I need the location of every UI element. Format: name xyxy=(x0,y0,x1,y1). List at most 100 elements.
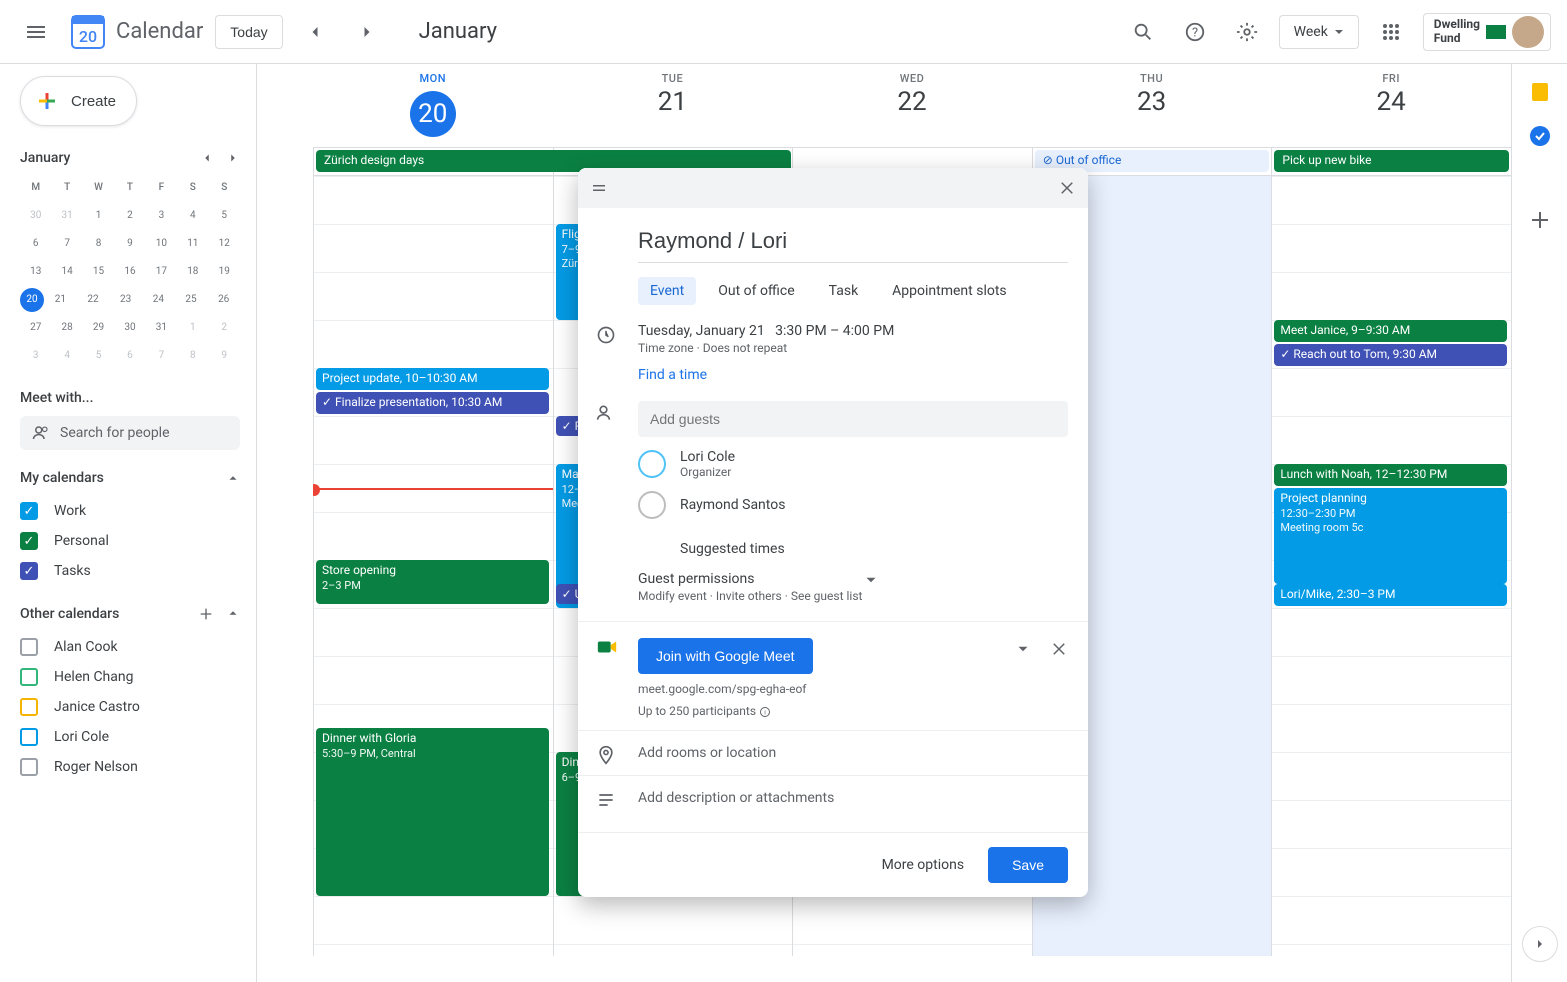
checkbox-icon[interactable] xyxy=(20,758,38,776)
event-type-tab[interactable]: Event xyxy=(638,277,696,305)
main-menu-icon[interactable] xyxy=(16,12,56,52)
mini-date[interactable]: 31 xyxy=(51,202,82,230)
mini-next-icon[interactable] xyxy=(226,151,240,165)
calendar-item[interactable]: ✓Personal xyxy=(20,526,240,556)
mini-date[interactable]: 5 xyxy=(83,342,114,370)
prev-period-button[interactable] xyxy=(295,12,335,52)
collapse-rail-icon[interactable] xyxy=(1522,926,1558,962)
event[interactable]: Store opening2–3 PM xyxy=(316,560,549,604)
settings-icon[interactable] xyxy=(1227,12,1267,52)
mini-date[interactable]: 17 xyxy=(146,258,177,286)
event[interactable]: Lunch with Noah, 12–12:30 PM xyxy=(1274,464,1507,486)
event[interactable]: Meet Janice, 9–9:30 AM xyxy=(1274,320,1507,342)
calendar-item[interactable]: Alan Cook xyxy=(20,632,240,662)
search-people-input[interactable]: Search for people xyxy=(20,416,240,450)
mini-date[interactable]: 1 xyxy=(177,314,208,342)
drag-handle-icon[interactable] xyxy=(590,179,608,197)
mini-date[interactable]: 10 xyxy=(146,230,177,258)
calendar-item[interactable]: ✓Work xyxy=(20,496,240,526)
mini-date[interactable]: 2 xyxy=(209,314,240,342)
mini-date[interactable]: 23 xyxy=(109,286,142,314)
allday-event[interactable]: Pick up new bike xyxy=(1274,150,1509,172)
mini-date[interactable]: 18 xyxy=(177,258,208,286)
chevron-down-icon[interactable] xyxy=(1014,640,1032,658)
mini-date[interactable]: 9 xyxy=(114,230,145,258)
find-time-link[interactable]: Find a time xyxy=(638,367,894,383)
mini-date[interactable]: 8 xyxy=(177,342,208,370)
day-column-fri[interactable]: Meet Janice, 9–9:30 AM ✓ Reach out to To… xyxy=(1271,176,1511,956)
checkbox-icon[interactable]: ✓ xyxy=(20,502,38,520)
mini-date[interactable]: 20 xyxy=(20,288,44,312)
checkbox-icon[interactable]: ✓ xyxy=(20,562,38,580)
event-type-tab[interactable]: Out of office xyxy=(706,277,806,305)
mini-date[interactable]: 29 xyxy=(83,314,114,342)
mini-date[interactable]: 28 xyxy=(51,314,82,342)
calendar-item[interactable]: Lori Cole xyxy=(20,722,240,752)
add-addon-icon[interactable] xyxy=(1528,208,1552,232)
help-icon[interactable]: ? xyxy=(1175,12,1215,52)
next-period-button[interactable] xyxy=(347,12,387,52)
add-location-row[interactable]: Add rooms or location xyxy=(578,730,1088,775)
view-selector[interactable]: Week xyxy=(1279,15,1359,49)
calendar-item[interactable]: Janice Castro xyxy=(20,692,240,722)
join-meet-button[interactable]: Join with Google Meet xyxy=(638,638,813,674)
mini-date[interactable]: 24 xyxy=(142,286,175,314)
org-badge[interactable]: Dwelling Fund xyxy=(1423,13,1551,51)
user-avatar[interactable] xyxy=(1512,16,1544,48)
search-icon[interactable] xyxy=(1123,12,1163,52)
mini-date[interactable]: 21 xyxy=(44,286,77,314)
my-calendars-header[interactable]: My calendars xyxy=(20,470,240,486)
mini-date[interactable]: 12 xyxy=(209,230,240,258)
mini-date[interactable]: 27 xyxy=(20,314,51,342)
event[interactable]: Project planning12:30–2:30 PMMeeting roo… xyxy=(1274,488,1507,584)
mini-date[interactable]: 25 xyxy=(175,286,208,314)
save-button[interactable]: Save xyxy=(988,847,1068,883)
meet-link[interactable]: meet.google.com/spg-egha-eof xyxy=(638,682,1068,696)
mini-date[interactable]: 3 xyxy=(146,202,177,230)
mini-date[interactable]: 30 xyxy=(114,314,145,342)
timezone-repeat[interactable]: Time zone · Does not repeat xyxy=(638,341,894,355)
calendar-item[interactable]: Roger Nelson xyxy=(20,752,240,782)
checkbox-icon[interactable] xyxy=(20,728,38,746)
guest-item[interactable]: Raymond Santos xyxy=(638,491,785,519)
event-task[interactable]: ✓ Reach out to Tom, 9:30 AM xyxy=(1274,344,1507,366)
checkbox-icon[interactable] xyxy=(20,668,38,686)
mini-date[interactable]: 19 xyxy=(209,258,240,286)
mini-date[interactable]: 11 xyxy=(177,230,208,258)
day-header[interactable]: TUE21 xyxy=(553,64,793,147)
mini-date[interactable]: 7 xyxy=(51,230,82,258)
mini-date[interactable]: 8 xyxy=(83,230,114,258)
tasks-icon[interactable] xyxy=(1528,124,1552,148)
mini-calendar[interactable]: MTWTFSS303112345678910111213141516171819… xyxy=(20,174,240,370)
day-header[interactable]: FRI24 xyxy=(1271,64,1511,147)
event[interactable]: Dinner with Gloria5:30–9 PM, Central xyxy=(316,728,549,896)
mini-date[interactable]: 14 xyxy=(51,258,82,286)
event-title-input[interactable] xyxy=(638,224,1068,263)
event-type-tab[interactable]: Task xyxy=(817,277,871,305)
event[interactable]: Lori/Mike, 2:30–3 PM xyxy=(1274,584,1507,606)
calendar-item[interactable]: ✓Tasks xyxy=(20,556,240,586)
mini-date[interactable]: 30 xyxy=(20,202,51,230)
chevron-down-icon[interactable] xyxy=(862,571,880,589)
event-type-tab[interactable]: Appointment slots xyxy=(880,277,1018,305)
close-icon[interactable] xyxy=(1058,179,1076,197)
checkbox-icon[interactable] xyxy=(20,698,38,716)
mini-date[interactable]: 15 xyxy=(83,258,114,286)
mini-date[interactable]: 9 xyxy=(209,342,240,370)
day-column-mon[interactable]: Project update, 10–10:30 AM ✓ Finalize p… xyxy=(313,176,553,956)
checkbox-icon[interactable] xyxy=(20,638,38,656)
mini-date[interactable]: 5 xyxy=(209,202,240,230)
add-description-row[interactable]: Add description or attachments xyxy=(578,775,1088,820)
google-apps-icon[interactable] xyxy=(1371,12,1411,52)
mini-date[interactable]: 13 xyxy=(20,258,51,286)
mini-date[interactable]: 6 xyxy=(20,230,51,258)
event-task[interactable]: ✓ Finalize presentation, 10:30 AM xyxy=(316,392,549,414)
other-calendars-header[interactable]: Other calendars xyxy=(20,606,240,622)
mini-date[interactable]: 2 xyxy=(114,202,145,230)
guest-item[interactable]: Lori ColeOrganizer xyxy=(638,449,785,479)
more-options-link[interactable]: More options xyxy=(882,857,965,873)
mini-prev-icon[interactable] xyxy=(200,151,214,165)
mini-date[interactable]: 4 xyxy=(51,342,82,370)
day-header[interactable]: WED22 xyxy=(792,64,1032,147)
mini-date[interactable]: 4 xyxy=(177,202,208,230)
